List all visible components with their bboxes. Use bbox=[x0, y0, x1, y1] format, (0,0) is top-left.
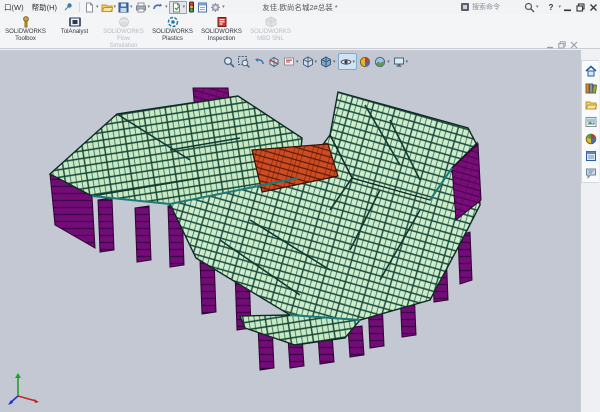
print-button[interactable]: ▾ bbox=[134, 2, 152, 13]
hide-show-items-icon[interactable]: ▾ bbox=[338, 53, 358, 70]
title-bar: 口(W) 帮助(H) ▾ ▾ ▾ ▾ ▾ ▾ bbox=[0, 0, 600, 15]
options-gear-button[interactable]: ▾ bbox=[209, 2, 226, 13]
dropdown-caret[interactable]: ▾ bbox=[353, 59, 356, 65]
ribbon-button-label: TolAnalyst bbox=[61, 29, 88, 36]
display-style-icon[interactable]: ▾ bbox=[319, 54, 337, 69]
minimize-button[interactable] bbox=[561, 2, 574, 13]
file-explorer-icon[interactable] bbox=[584, 98, 597, 111]
dropdown-caret[interactable]: ▾ bbox=[296, 59, 299, 65]
ribbon-button-label: SOLIDWORKS MBD SNL bbox=[250, 29, 291, 43]
mbd-snl-icon bbox=[265, 16, 277, 28]
help-button[interactable]: ? bbox=[544, 2, 557, 13]
dropdown-caret[interactable]: ▾ bbox=[130, 5, 133, 10]
new-document-button[interactable]: ▾ bbox=[83, 2, 100, 13]
open-button[interactable]: ▾ bbox=[100, 2, 118, 13]
ribbon-button-label: SOLIDWORKS Toolbox bbox=[5, 29, 46, 43]
section-view-icon[interactable] bbox=[267, 54, 281, 69]
tolanalyst-icon bbox=[69, 16, 81, 28]
dropdown-caret[interactable]: ▾ bbox=[315, 59, 318, 65]
ribbon-button-inspection[interactable]: SOLIDWORKS Inspection bbox=[198, 16, 245, 43]
close-button[interactable] bbox=[587, 2, 600, 13]
dropdown-caret[interactable]: ▾ bbox=[387, 59, 390, 65]
doc-close-button[interactable] bbox=[570, 41, 578, 49]
solidworks-resources-home-icon[interactable] bbox=[584, 64, 597, 77]
view-orientation-icon[interactable]: ▾ bbox=[301, 54, 319, 69]
task-pane-strip bbox=[580, 50, 600, 412]
search-commands-box[interactable]: 搜索命令 ▾ bbox=[461, 2, 539, 13]
rebuild-document-button[interactable]: ▾ bbox=[169, 1, 188, 14]
ribbon-button-label: SOLIDWORKS Plastics bbox=[152, 29, 193, 43]
save-button[interactable]: ▾ bbox=[117, 2, 134, 13]
inspection-icon bbox=[216, 16, 228, 28]
dropdown-caret[interactable]: ▾ bbox=[165, 5, 168, 10]
flow-simulation-icon bbox=[118, 16, 130, 28]
task-pane-tabs bbox=[581, 60, 599, 183]
ribbon-button-tolanalyst[interactable]: TolAnalyst bbox=[51, 16, 98, 36]
dropdown-caret[interactable]: ▾ bbox=[183, 5, 186, 10]
ribbon-button-solidworks-toolbox[interactable]: SOLIDWORKS Toolbox bbox=[2, 16, 49, 43]
menu-help[interactable]: 帮助(H) bbox=[28, 2, 61, 13]
command-manager-ribbon: SOLIDWORKS Toolbox TolAnalyst SOLIDWORKS… bbox=[0, 14, 600, 49]
design-library-icon[interactable] bbox=[584, 81, 597, 94]
ribbon-button-flow-simulation: SOLIDWORKS Flow Simulation bbox=[100, 16, 147, 50]
zoom-to-fit-icon[interactable] bbox=[222, 54, 236, 69]
doc-minimize-button[interactable] bbox=[546, 41, 554, 49]
rebuild-traffic-light-button[interactable] bbox=[187, 1, 196, 13]
heads-up-view-toolbar: ▾ ▾ ▾ ▾ ▾ ▾ bbox=[222, 53, 409, 70]
undo-button[interactable]: ▾ bbox=[151, 2, 169, 13]
search-scope-icon[interactable] bbox=[461, 3, 469, 11]
view-palette-icon[interactable] bbox=[584, 115, 597, 128]
toolbar-separator bbox=[79, 2, 80, 12]
custom-properties-icon[interactable] bbox=[584, 149, 597, 162]
assembly-model[interactable] bbox=[0, 50, 581, 412]
ribbon-button-plastics[interactable]: SOLIDWORKS Plastics bbox=[149, 16, 196, 43]
dropdown-caret[interactable]: ▾ bbox=[148, 5, 151, 10]
graphics-viewport[interactable]: ▾ ▾ ▾ ▾ ▾ ▾ bbox=[0, 50, 581, 412]
previous-view-icon[interactable] bbox=[252, 54, 266, 69]
ribbon-button-label: SOLIDWORKS Flow Simulation bbox=[103, 29, 144, 50]
dropdown-caret[interactable]: ▾ bbox=[406, 59, 409, 65]
search-magnifier-icon[interactable] bbox=[524, 2, 535, 13]
dropdown-caret[interactable]: ▾ bbox=[114, 5, 117, 10]
ribbon-button-mbd-snl: SOLIDWORKS MBD SNL bbox=[247, 16, 294, 43]
solidworks-window: 口(W) 帮助(H) ▾ ▾ ▾ ▾ ▾ ▾ bbox=[0, 0, 600, 412]
zoom-to-area-icon[interactable] bbox=[237, 54, 251, 69]
document-window-controls bbox=[546, 41, 578, 49]
restore-button[interactable] bbox=[574, 2, 587, 13]
appearances-scenes-decals-icon[interactable] bbox=[584, 132, 597, 145]
search-placeholder[interactable]: 搜索命令 bbox=[472, 2, 524, 12]
toolbox-bolt-icon bbox=[20, 16, 32, 28]
orientation-triad bbox=[8, 373, 39, 405]
edit-appearance-icon[interactable] bbox=[358, 54, 372, 69]
menu-window[interactable]: 口(W) bbox=[0, 2, 28, 13]
plastics-icon bbox=[167, 16, 179, 28]
dropdown-caret[interactable]: ▾ bbox=[333, 59, 336, 65]
doc-restore-button[interactable] bbox=[558, 41, 566, 49]
dropdown-caret[interactable]: ▾ bbox=[222, 5, 225, 10]
file-properties-button[interactable] bbox=[196, 2, 209, 13]
solidworks-forum-icon[interactable] bbox=[584, 166, 597, 179]
ribbon-button-label: SOLIDWORKS Inspection bbox=[201, 29, 242, 43]
view-settings-icon[interactable]: ▾ bbox=[392, 54, 410, 69]
pin-icon[interactable] bbox=[64, 2, 73, 13]
apply-scene-icon[interactable]: ▾ bbox=[373, 54, 391, 69]
search-dropdown-caret[interactable]: ▾ bbox=[536, 5, 539, 10]
dynamic-annotation-views-icon[interactable]: ▾ bbox=[282, 54, 300, 69]
dropdown-caret[interactable]: ▾ bbox=[96, 5, 99, 10]
